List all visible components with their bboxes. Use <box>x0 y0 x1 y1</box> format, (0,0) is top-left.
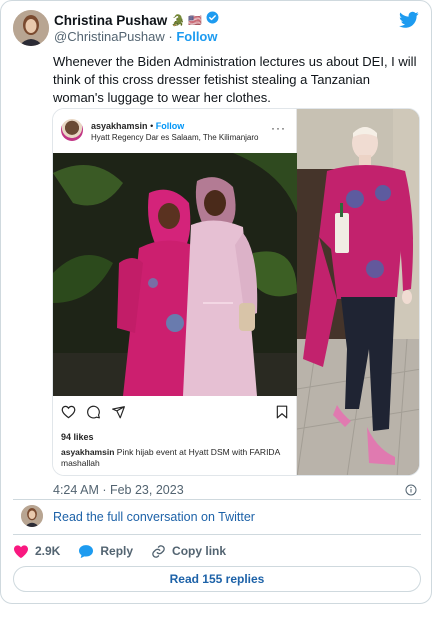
divider <box>13 534 421 535</box>
reply-bubble-icon <box>79 544 94 558</box>
conversation-avatar <box>21 505 43 527</box>
instagram-screenshot: asyakhamsin • Follow Hyatt Regency Dar e… <box>53 109 297 475</box>
instagram-bookmark-icon <box>276 405 288 419</box>
verified-badge-icon <box>206 11 219 29</box>
tweet-text: Whenever the Biden Administration lectur… <box>53 54 417 105</box>
copy-link-button[interactable]: Copy link <box>151 544 226 559</box>
author-avatar[interactable] <box>13 10 49 46</box>
tweet-timestamp[interactable]: 4:24 AM · Feb 23, 2023 <box>53 483 184 497</box>
instagram-avatar <box>61 119 83 141</box>
instagram-caption-user: asyakhamsin <box>61 447 115 457</box>
instagram-share-icon <box>112 406 125 419</box>
instagram-likes: 94 likes <box>61 432 94 442</box>
read-conversation-link[interactable]: Read the full conversation on Twitter <box>53 510 255 524</box>
like-button[interactable]: 2.9K <box>13 544 60 559</box>
divider <box>13 499 421 500</box>
instagram-comment-icon <box>87 405 100 419</box>
author-name[interactable]: Christina Pushaw <box>54 13 167 28</box>
reply-button[interactable]: Reply <box>78 544 133 559</box>
author-name-row[interactable]: Christina Pushaw 🐊 🇺🇸 <box>54 11 219 29</box>
info-icon[interactable] <box>405 484 417 496</box>
read-replies-button[interactable]: Read 155 replies <box>13 566 421 592</box>
instagram-heart-icon <box>61 405 76 419</box>
like-count: 2.9K <box>35 544 61 558</box>
tweet-media[interactable]: asyakhamsin • Follow Hyatt Regency Dar e… <box>52 108 420 476</box>
instagram-username: asyakhamsin <box>91 121 148 131</box>
instagram-caption: asyakhamsin Pink hijab event at Hyatt DS… <box>61 447 291 469</box>
heart-icon <box>14 544 28 558</box>
tweet-actions: 2.9K Reply Copy link <box>13 542 244 560</box>
instagram-actions <box>61 405 126 419</box>
link-icon <box>152 544 165 558</box>
follow-button[interactable]: Follow <box>176 29 217 44</box>
twitter-bird-icon[interactable] <box>399 11 419 29</box>
author-emoji: 🐊 🇺🇸 <box>171 14 202 27</box>
more-dots-icon: ··· <box>271 121 286 135</box>
instagram-user-row: asyakhamsin • Follow <box>91 121 185 131</box>
copy-link-label: Copy link <box>172 544 227 558</box>
instagram-follow: Follow <box>155 121 185 131</box>
instagram-location: Hyatt Regency Dar es Salaam, The Kiliman… <box>91 133 259 142</box>
instagram-photo <box>53 153 297 396</box>
right-photo <box>297 109 419 475</box>
reply-label: Reply <box>100 544 134 558</box>
author-handle[interactable]: @ChristinaPushaw <box>54 29 165 44</box>
tweet-card: Christina Pushaw 🐊 🇺🇸 @ChristinaPushaw ·… <box>0 0 432 604</box>
author-handle-row: @ChristinaPushaw · Follow <box>54 29 218 44</box>
